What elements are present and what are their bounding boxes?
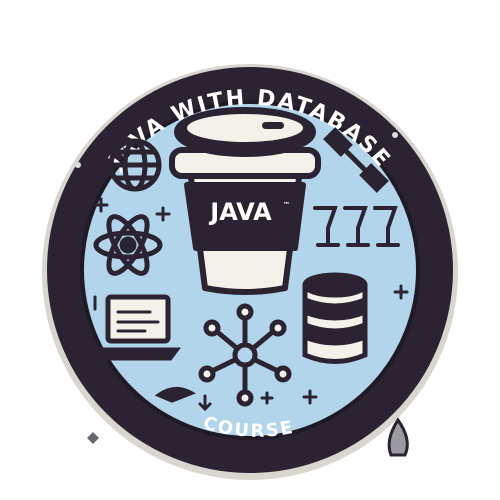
course-badge: JAVA WITH DATABASE COURSE JAVA ™: [42, 64, 458, 480]
ring-dot-icon: [392, 132, 398, 138]
cup-label: JAVA: [208, 198, 272, 226]
cup-trademark: ™: [283, 201, 290, 209]
laptop-icon: [95, 294, 181, 361]
ring-dot-icon: [75, 162, 81, 168]
database-icon: [302, 272, 368, 364]
